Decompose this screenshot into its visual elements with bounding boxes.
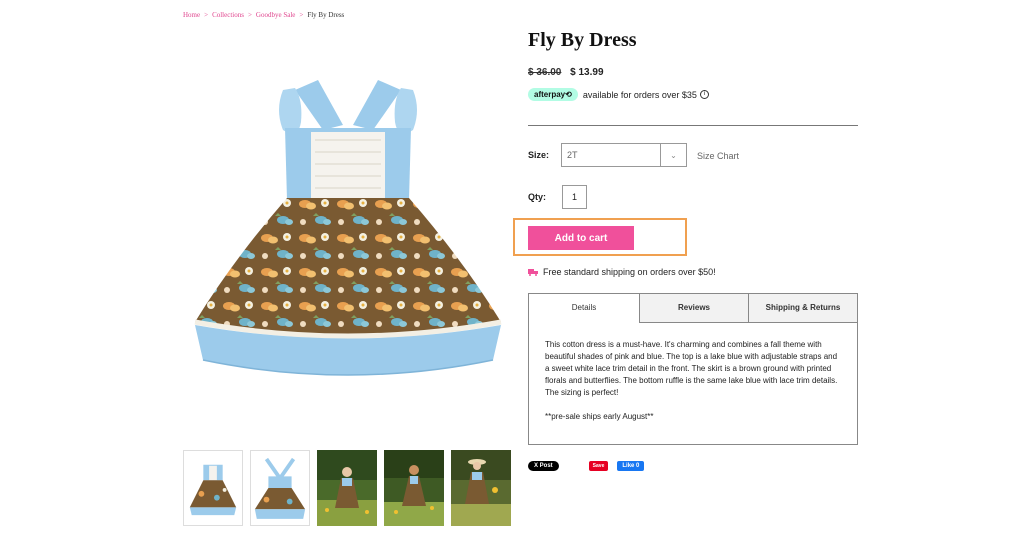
afterpay-row: afterpay⟲ available for orders over $35 … — [528, 88, 709, 101]
details-description: This cotton dress is a must-have. It's c… — [545, 340, 838, 397]
breadcrumb-collections-link[interactable]: Collections — [212, 11, 244, 19]
shipping-row: Free standard shipping on orders over $5… — [528, 267, 716, 277]
afterpay-logo: afterpay⟲ — [528, 88, 578, 101]
dress-illustration — [194, 80, 502, 376]
thumbnail-photo-3-image — [451, 450, 511, 526]
shipping-text: Free standard shipping on orders over $5… — [543, 267, 716, 277]
thumbnail-front-image — [184, 451, 242, 525]
size-label: Size: — [528, 150, 550, 160]
thumbnail-photo-1-image — [317, 450, 377, 526]
breadcrumb-current: Fly By Dress — [307, 11, 345, 19]
thumbnail-back-image — [251, 451, 309, 525]
price-row: $ 36.00 $ 13.99 — [528, 67, 604, 78]
product-title: Fly By Dress — [528, 29, 637, 51]
thumbnail-back[interactable] — [250, 450, 310, 526]
afterpay-text: available for orders over $35 — [582, 89, 697, 100]
breadcrumb-goodbye-sale-link[interactable]: Goodbye Sale — [256, 11, 295, 19]
tab-details[interactable]: Details — [529, 294, 639, 323]
sale-price: $ 13.99 — [570, 67, 604, 78]
tab-shipping-returns[interactable]: Shipping & Returns — [748, 294, 857, 323]
info-icon[interactable]: i — [699, 90, 709, 99]
size-selected-value: 2T — [567, 150, 578, 160]
thumbnail-photo-1[interactable] — [317, 450, 377, 526]
thumbnail-photo-2[interactable] — [384, 450, 444, 526]
breadcrumb-home-link[interactable]: Home — [183, 11, 200, 19]
thumbnail-photo-3[interactable] — [451, 450, 511, 526]
facebook-like-button[interactable]: Like 0 — [617, 461, 645, 471]
truck-icon — [528, 268, 538, 276]
thumbnail-front[interactable] — [183, 450, 243, 526]
pinterest-save-button[interactable]: Save — [588, 461, 609, 471]
tab-content-details: This cotton dress is a must-have. It's c… — [529, 323, 857, 423]
x-post-button[interactable]: X Post — [528, 461, 559, 471]
original-price: $ 36.00 — [528, 67, 562, 78]
divider — [528, 125, 858, 126]
breadcrumb-separator: > — [247, 11, 252, 19]
thumbnail-photo-2-image — [384, 450, 444, 526]
thumbnail-strip — [183, 450, 511, 526]
main-product-image[interactable] — [183, 60, 513, 430]
breadcrumb-separator: > — [204, 11, 209, 19]
presale-note: **pre-sale ships early August** — [545, 412, 654, 421]
quantity-input[interactable]: 1 — [562, 185, 587, 209]
breadcrumb: Home > Collections > Goodbye Sale > Fly By Dre… — [183, 11, 344, 19]
product-info-tabs: Details Reviews Shipping & Returns This … — [528, 293, 858, 445]
size-chart-link[interactable]: Size Chart — [697, 151, 739, 161]
breadcrumb-separator: > — [299, 11, 304, 19]
tab-bar: Details Reviews Shipping & Returns — [529, 294, 857, 323]
social-share: X Post Save Like 0 — [528, 461, 645, 471]
chevron-down-icon: ⌄ — [660, 144, 686, 166]
qty-label: Qty: — [528, 192, 546, 202]
add-to-cart-button[interactable]: Add to cart — [528, 226, 634, 250]
size-select[interactable]: 2T ⌄ — [561, 143, 687, 167]
tab-reviews[interactable]: Reviews — [639, 294, 748, 323]
